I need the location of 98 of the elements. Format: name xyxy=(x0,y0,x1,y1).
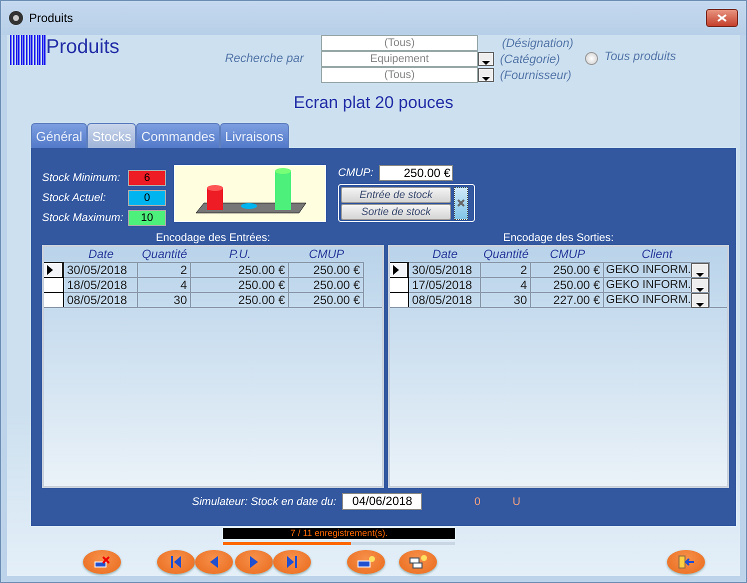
close-icon xyxy=(457,199,465,207)
table-cell: 250.00 € xyxy=(191,292,289,307)
new-record-button[interactable] xyxy=(347,550,385,574)
search-field[interactable]: (Tous) xyxy=(321,35,478,51)
row-selector[interactable] xyxy=(390,262,409,277)
table-cell: 250.00 € xyxy=(191,262,289,277)
column-header[interactable]: CMUP xyxy=(531,247,604,262)
client-combo[interactable]: GEKO INFORM. xyxy=(604,277,710,292)
previous-icon xyxy=(210,556,218,568)
stock-label: Stock Actuel: xyxy=(42,191,107,206)
dropdown-arrow-icon xyxy=(696,273,704,277)
search-field[interactable]: (Tous) xyxy=(321,67,478,83)
exit-door-icon xyxy=(677,555,695,569)
date-field[interactable]: 04/06/2018 xyxy=(342,493,422,510)
table-cell: 08/05/2018 xyxy=(64,292,138,307)
table-cell: 250.00 € xyxy=(289,292,364,307)
client-combo[interactable]: GEKO INFORM. xyxy=(604,262,710,277)
field-hint: (Catégorie) xyxy=(500,52,560,66)
close-icon xyxy=(717,14,727,22)
dropdown-button[interactable] xyxy=(478,52,494,66)
new-record-icon xyxy=(357,556,375,568)
table-cell: 250.00 € xyxy=(531,262,604,277)
table-cell: 30 xyxy=(138,292,191,307)
table-cell: 30/05/2018 xyxy=(64,262,138,277)
table-title: Encodage des Sorties: xyxy=(502,231,615,245)
stock-button[interactable]: Sortie de stock xyxy=(341,204,451,220)
table-cell: 18/05/2018 xyxy=(64,277,138,292)
record-counter: 7 / 11 enregistrement(s). xyxy=(223,528,455,539)
search-label: Recherche par xyxy=(225,51,306,67)
table-cell: 30/05/2018 xyxy=(409,262,481,277)
table-cell: 227.00 € xyxy=(531,292,604,307)
unit-label: U xyxy=(512,496,520,508)
dropdown-arrow-icon xyxy=(482,77,490,81)
radio-label: Tous produits xyxy=(604,49,676,65)
table-cell: 250.00 € xyxy=(191,277,289,292)
table-cell: 2 xyxy=(138,262,191,277)
last-icon xyxy=(287,556,297,568)
duplicate-button[interactable] xyxy=(399,550,437,574)
table-cell: 4 xyxy=(481,277,531,292)
stock-value: 6 xyxy=(128,170,166,186)
delete-button[interactable] xyxy=(83,550,121,574)
duplicate-icon xyxy=(409,555,427,569)
table-cell: 08/05/2018 xyxy=(409,292,481,307)
field-hint: (Fournisseur) xyxy=(500,68,572,82)
field-hint: (Désignation) xyxy=(502,36,574,50)
app-icon xyxy=(9,11,23,25)
search-field[interactable]: Equipement xyxy=(321,51,478,67)
close-button[interactable] xyxy=(454,186,468,220)
client-combo[interactable]: GEKO INFORM. xyxy=(604,292,710,307)
table-cell: 4 xyxy=(138,277,191,292)
column-header[interactable]: Quantité xyxy=(481,247,531,262)
current-row-icon xyxy=(393,265,399,275)
delete-record-icon xyxy=(94,556,110,568)
dropdown-button[interactable] xyxy=(478,68,494,82)
row-selector[interactable] xyxy=(44,277,64,292)
column-header[interactable]: Client xyxy=(604,247,710,262)
table-title: Encodage des Entrées: xyxy=(154,231,272,245)
previous-record-button[interactable] xyxy=(195,550,233,574)
column-header[interactable]: Date xyxy=(409,247,481,262)
product-name: Ecran plat 20 pouces xyxy=(292,93,454,113)
next-icon xyxy=(250,556,258,568)
table-cell: 17/05/2018 xyxy=(409,277,481,292)
table-cell: 30 xyxy=(481,292,531,307)
dropdown-arrow-icon xyxy=(696,303,704,307)
current-row-icon xyxy=(47,265,53,275)
dropdown-arrow-icon xyxy=(482,61,490,65)
column-header[interactable]: CMUP xyxy=(289,247,364,262)
stock-button[interactable]: Entrée de stock xyxy=(341,186,451,202)
column-header[interactable]: Date xyxy=(64,247,138,262)
column-header[interactable]: P.U. xyxy=(191,247,289,262)
table-cell: 2 xyxy=(481,262,531,277)
row-selector[interactable] xyxy=(44,262,64,277)
next-record-button[interactable] xyxy=(235,550,273,574)
stock-label: Stock Minimum: xyxy=(42,171,122,186)
simulated-quantity: 0 xyxy=(474,496,480,508)
close-button[interactable] xyxy=(706,9,738,27)
simulator-label: Simulateur: Stock en date du: xyxy=(192,496,336,508)
row-selector[interactable] xyxy=(44,292,64,307)
cmup-label: CMUP: xyxy=(338,167,374,179)
column-header[interactable]: Quantité xyxy=(138,247,191,262)
table-cell: 250.00 € xyxy=(531,277,604,292)
window-title: Produits xyxy=(29,11,74,25)
table-cell: 250.00 € xyxy=(289,277,364,292)
row-selector[interactable] xyxy=(390,292,409,307)
row-selector[interactable] xyxy=(390,277,409,292)
barcode-icon xyxy=(10,35,46,65)
radio-button[interactable] xyxy=(585,52,598,65)
last-record-button[interactable] xyxy=(273,550,311,574)
page-title: Produits xyxy=(46,35,120,59)
exit-button[interactable] xyxy=(667,550,705,574)
stock-value: 10 xyxy=(128,210,166,226)
dropdown-arrow-icon xyxy=(696,288,704,292)
stock-value: 0 xyxy=(128,190,166,206)
first-record-button[interactable] xyxy=(157,550,195,574)
stock-label: Stock Maximum: xyxy=(42,211,124,226)
first-icon xyxy=(171,556,181,568)
cmup-field[interactable]: 250.00 € xyxy=(379,165,454,181)
table-cell: 250.00 € xyxy=(289,262,364,277)
